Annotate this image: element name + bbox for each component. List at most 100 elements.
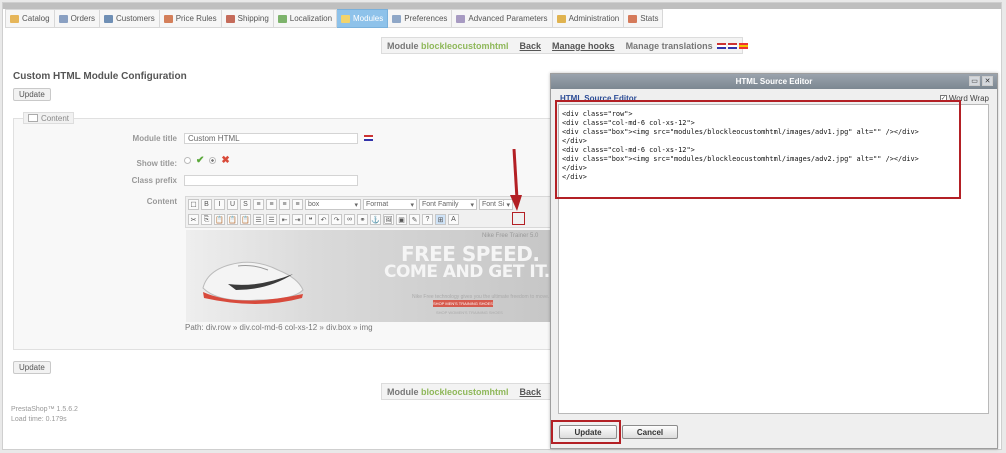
tab-shipping[interactable]: Shipping — [221, 9, 274, 28]
language-flag-icon[interactable] — [364, 135, 373, 141]
fieldset-legend: Content — [23, 112, 75, 124]
administration-icon — [556, 14, 566, 23]
content-icon — [28, 114, 38, 122]
show-title-label: Show title: — [136, 159, 177, 168]
select-font-dropdown[interactable]: Font Family ▾ — [419, 199, 477, 210]
class-prefix-label: Class prefix — [131, 176, 177, 185]
tab-stats[interactable]: Stats — [624, 9, 664, 28]
code-highlight-box — [555, 100, 961, 199]
class-prefix-input[interactable] — [184, 175, 358, 186]
tab-advanced-parameters[interactable]: Advanced Parameters — [452, 9, 553, 28]
main-tabs: Catalog Orders Customers Price Rules Shippin… — [5, 9, 664, 28]
update-button-highlight — [551, 420, 621, 444]
tab-preferences[interactable]: Preferences — [388, 9, 453, 28]
flag-fr-icon[interactable] — [728, 43, 738, 50]
orders-icon — [58, 14, 68, 23]
toolbar-button-2[interactable]: B — [201, 199, 212, 210]
toolbar-row2-button-3[interactable]: 📋 — [214, 214, 225, 225]
banner-headline-2: COME AND GET IT. — [384, 262, 550, 282]
cross-icon: ✖ — [221, 155, 230, 166]
back-link[interactable]: Back — [520, 41, 542, 51]
toolbar-button-8[interactable]: ≡ — [279, 199, 290, 210]
toolbar-button-6[interactable]: ≡ — [253, 199, 264, 210]
customers-icon — [104, 14, 114, 23]
toolbar-button-9[interactable]: ≡ — [292, 199, 303, 210]
page-title: Custom HTML Module Configuration — [13, 71, 187, 82]
module-toolbar-bottom: Module blockleocustomhtml Back Ma — [381, 383, 565, 400]
tab-modules[interactable]: Modules — [337, 9, 389, 28]
banner-shop-button: SHOP MEN'S TRAINING SHOES — [433, 300, 493, 307]
module-title-label: Module title — [132, 134, 177, 143]
stats-icon — [628, 14, 638, 23]
toolbar-row2-button-4[interactable]: 📋 — [227, 214, 238, 225]
toolbar-row2-button-5[interactable]: 📋 — [240, 214, 251, 225]
modules-icon — [341, 14, 351, 23]
toolbar-row-2: ✂ ⎘ 📋 📋 📋 ☰ ☰ ⇤ ⇥ ❝ ↶ ↷ ∞ ⚭ ⚓ 🖼 ▣ ✎? ⊞ A — [188, 214, 459, 225]
module-caption-bottom: Module blockleocustomhtml — [387, 386, 509, 397]
minimize-icon[interactable]: ▭ — [969, 76, 980, 86]
module-toolbar-top: Module blockleocustomhtml Back Manage ho… — [381, 37, 749, 54]
flag-en-icon[interactable] — [717, 43, 727, 50]
toolbar-button-7[interactable]: ≡ — [266, 199, 277, 210]
flag-es-icon[interactable] — [739, 43, 749, 50]
chevron-down-icon: ▾ — [410, 201, 414, 209]
toolbar-row2-button-2[interactable]: ⎘ — [201, 214, 212, 225]
price-rules-icon — [163, 14, 173, 23]
html-source-editor-dialog: HTML Source Editor ▭ ✕ HTML Source Edito… — [550, 73, 998, 449]
manage-hooks-link[interactable]: Manage hooks — [552, 41, 615, 51]
dialog-cancel-button[interactable]: Cancel — [622, 425, 678, 439]
advanced-parameters-icon — [456, 14, 466, 23]
update-button-bottom[interactable]: Update — [13, 361, 51, 374]
tab-localization[interactable]: Localization — [273, 9, 338, 28]
module-caption: Module blockleocustomhtml — [387, 40, 509, 51]
toolbar-row2-button-15[interactable]: ⚓ — [370, 214, 381, 225]
toolbar-row2-button-18[interactable]: ✎ — [409, 214, 420, 225]
toolbar-button-4[interactable]: U — [227, 199, 238, 210]
version-text: PrestaShop™ 1.5.6.2 — [11, 406, 78, 413]
banner-top-text: Nike Free Trainer 5.0 — [482, 233, 539, 239]
check-icon: ✔ — [196, 155, 205, 166]
tab-catalog[interactable]: Catalog — [5, 9, 55, 28]
back-link-bottom[interactable]: Back — [520, 387, 542, 397]
toolbar-row2-button-16[interactable]: 🖼 — [383, 214, 394, 225]
chevron-down-icon: ▾ — [470, 201, 474, 209]
select-format-dropdown[interactable]: Format ▾ — [363, 199, 417, 210]
toolbar-row2-button-9[interactable]: ⇥ — [292, 214, 303, 225]
toolbar-row2-button-13[interactable]: ∞ — [344, 214, 355, 225]
toolbar-row2-button-20[interactable]: ⊞ — [435, 214, 446, 225]
tab-administration[interactable]: Administration — [552, 9, 625, 28]
toolbar-row-1: ☐ B I U S ≡ ≡ ≡ ≡ box ▾ Format ▾ Font Family ▾ Font Si ▾ — [188, 199, 513, 210]
toolbar-row2-button-17[interactable]: ▣ — [396, 214, 407, 225]
wysiwyg-toolbar: ☐ B I U S ≡ ≡ ≡ ≡ box ▾ Format ▾ Font Family ▾ Font Si ▾… — [185, 196, 557, 228]
content-label: Content — [146, 197, 177, 206]
toolbar-row2-button-7[interactable]: ☰ — [266, 214, 277, 225]
update-button-top[interactable]: Update — [13, 88, 51, 101]
toolbar-row2-button-14[interactable]: ⚭ — [357, 214, 368, 225]
shipping-icon — [225, 14, 235, 23]
toolbar-row2-button-6[interactable]: ☰ — [253, 214, 264, 225]
toolbar-row2-button-1[interactable]: ✂ — [188, 214, 199, 225]
tab-orders[interactable]: Orders — [54, 9, 101, 28]
toolbar-button-5[interactable]: S — [240, 199, 251, 210]
tab-customers[interactable]: Customers — [100, 9, 160, 28]
tab-price-rules[interactable]: Price Rules — [159, 9, 222, 28]
load-time-text: Load time: 0.179s — [11, 416, 67, 423]
show-title-yes-radio[interactable] — [184, 157, 191, 164]
toolbar-row2-button-19[interactable]: ? — [422, 214, 433, 225]
chevron-down-icon: ▾ — [354, 201, 358, 209]
toolbar-button-1[interactable]: ☐ — [188, 199, 199, 210]
toolbar-row2-button-8[interactable]: ⇤ — [279, 214, 290, 225]
toolbar-row2-button-10[interactable]: ❝ — [305, 214, 316, 225]
module-title-input[interactable]: Custom HTML — [184, 133, 358, 144]
dialog-title-bar: HTML Source Editor — [551, 74, 997, 89]
toolbar-row2-button-11[interactable]: ↶ — [318, 214, 329, 225]
show-title-no-radio[interactable] — [209, 157, 217, 164]
toolbar-row2-button-12[interactable]: ↷ — [331, 214, 342, 225]
toolbar-button-3[interactable]: I — [214, 199, 225, 210]
select-style-dropdown[interactable]: box ▾ — [305, 199, 361, 210]
editor-path: Path: div.row » div.col-md-6 col-xs-12 »… — [185, 323, 373, 332]
show-title-radios: ✔ ✖ — [184, 155, 230, 166]
close-icon[interactable]: ✕ — [982, 76, 993, 86]
toolbar-row2-button-21[interactable]: A — [448, 214, 459, 225]
manage-translations: Manage translations — [626, 41, 749, 51]
